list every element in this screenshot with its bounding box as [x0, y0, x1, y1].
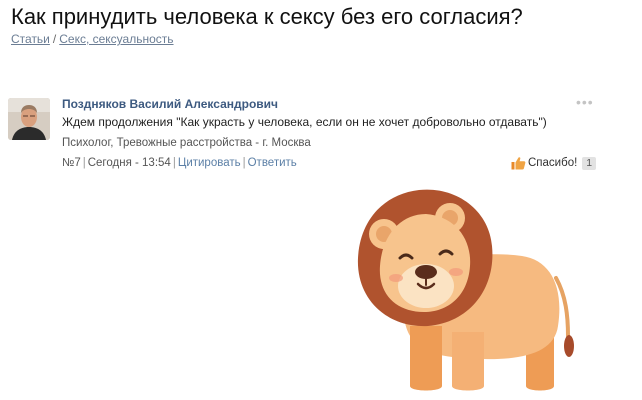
breadcrumb-item-articles[interactable]: Статьи [11, 32, 50, 46]
forum-post: Поздняков Василий Александрович ••• Ждем… [0, 90, 642, 180]
meta-divider: | [242, 157, 246, 169]
post-meta: №7 | Сегодня - 13:54 | Цитировать | Ответить [62, 157, 297, 169]
breadcrumb: Статьи / Секс, сексуальность [11, 32, 174, 46]
user-photo-icon [8, 98, 50, 140]
post-timestamp: Сегодня - 13:54 [87, 157, 171, 169]
avatar[interactable] [8, 98, 50, 140]
post-number: №7 [62, 157, 81, 169]
author-name[interactable]: Поздняков Василий Александрович [62, 97, 278, 111]
thanks-label: Спасибо! [528, 157, 578, 169]
thanks-button[interactable]: Спасибо! 1 [511, 156, 597, 170]
thumbs-up-icon [511, 157, 526, 170]
thanks-count: 1 [582, 156, 597, 170]
meta-divider: | [172, 157, 176, 169]
reply-link[interactable]: Ответить [248, 157, 297, 169]
ellipsis-icon[interactable]: ••• [576, 94, 594, 110]
quote-link[interactable]: Цитировать [178, 157, 241, 169]
breadcrumb-separator: / [52, 32, 57, 46]
author-signature: Психолог, Тревожные расстройства - г. Мо… [62, 137, 311, 149]
meta-divider: | [82, 157, 86, 169]
page-title: Как принудить человека к сексу без его с… [11, 4, 523, 29]
post-text: Ждем продолжения "Как украсть у человека… [62, 115, 547, 129]
lion-cartoon-icon [357, 189, 574, 391]
breadcrumb-item-category[interactable]: Секс, сексуальность [59, 32, 173, 46]
